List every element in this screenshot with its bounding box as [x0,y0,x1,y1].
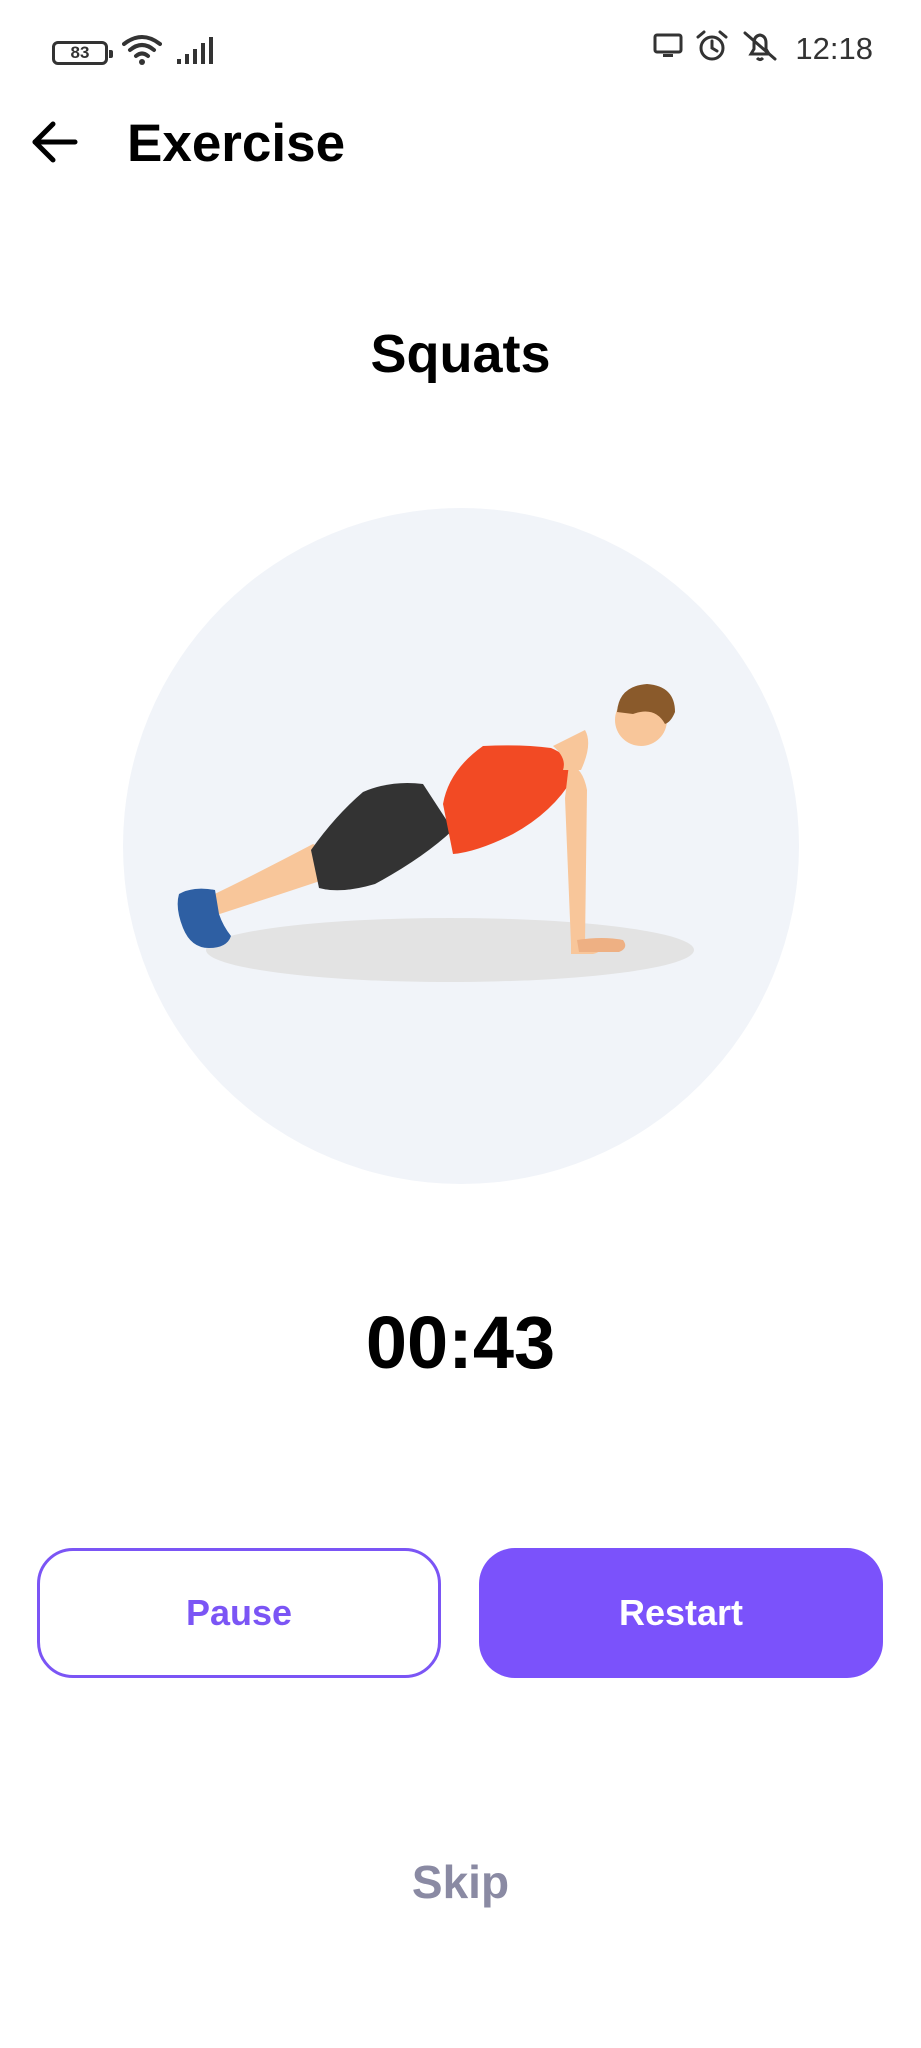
arrow-left-icon [29,120,79,169]
pause-button-label: Pause [185,1592,293,1633]
battery-icon: 83 [52,40,113,65]
exercise-illustration [123,508,799,1184]
skip-button[interactable]: Skip [412,1856,509,1908]
battery-level: 83 [70,42,90,62]
page-title: Exercise [127,114,346,173]
restart-button-label: Restart [618,1592,744,1633]
back-button[interactable] [22,112,86,176]
alarm-icon [695,30,729,67]
timer: 00:43 [365,1301,556,1384]
restart-button[interactable]: Restart [479,1548,883,1678]
status-bar: 83 12:18 [0,0,921,104]
status-right: 12:18 [653,30,873,67]
wifi-icon [122,34,162,71]
clock: 12:18 [795,30,873,66]
status-left: 83 [52,34,218,71]
skip-container: Skip [0,1852,921,1912]
exercise-name: Squats [370,324,551,384]
cast-icon [653,33,683,64]
signal-icon [176,35,218,70]
pause-button[interactable]: Pause [37,1548,441,1678]
app-header: Exercise [0,104,921,186]
mute-icon [741,30,779,67]
